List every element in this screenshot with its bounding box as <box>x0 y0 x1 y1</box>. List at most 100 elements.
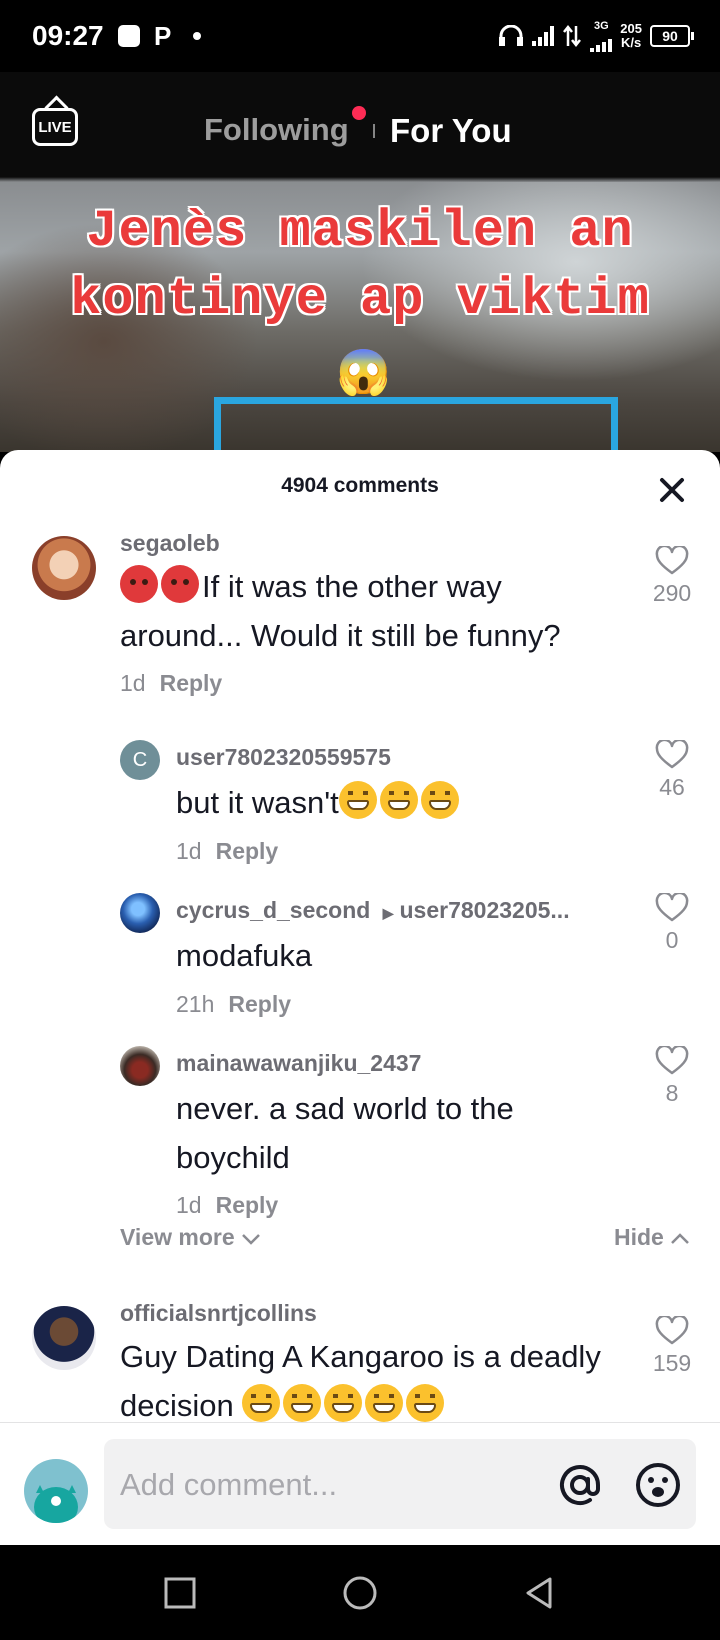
comment-input-bar: Add comment... <box>0 1422 720 1545</box>
signal-3g: 3G <box>590 20 613 52</box>
comment-meta: 21h Reply <box>176 991 291 1018</box>
avatar[interactable] <box>32 536 96 600</box>
like-count: 0 <box>665 927 679 953</box>
comment-time: 1d <box>120 670 146 696</box>
angry-emoji <box>120 565 158 603</box>
comment-meta: 1d Reply <box>176 1192 278 1219</box>
net-speed-unit: K/s <box>621 35 642 50</box>
data-arrows-icon <box>563 24 582 48</box>
net-speed: 205 K/s <box>620 22 642 50</box>
grin-emoji <box>406 1384 445 1422</box>
comment-time: 1d <box>176 838 202 864</box>
view-more-replies-button[interactable]: View more <box>120 1224 261 1251</box>
comment-time: 1d <box>176 1192 202 1218</box>
grin-emoji <box>338 781 377 819</box>
heart-icon <box>655 1316 689 1345</box>
video-caption-line-2: kontinye ap viktim <box>70 270 650 329</box>
default-avatar-icon <box>34 1485 78 1523</box>
comment-username[interactable]: mainawawanjiku_2437 <box>176 1050 421 1077</box>
net-speed-value: 205 <box>620 21 642 36</box>
status-time: 09:27 <box>32 20 104 51</box>
comment-username[interactable]: officialsnrtjcollins <box>120 1300 317 1327</box>
avatar[interactable]: C <box>120 740 160 780</box>
tab-separator <box>373 124 375 138</box>
emoji-picker-icon[interactable] <box>634 1461 682 1509</box>
reply-button[interactable]: Reply <box>160 670 223 696</box>
video-blue-frame <box>214 397 618 452</box>
like-count: 290 <box>652 580 692 606</box>
comment-text: but it wasn't <box>176 778 462 827</box>
like-button[interactable]: 8 <box>640 1046 704 1107</box>
comment-placeholder: Add comment... <box>120 1467 338 1502</box>
mention-at-icon[interactable] <box>556 1461 604 1509</box>
battery-icon: 90 <box>650 25 694 47</box>
tab-following[interactable]: Following <box>204 112 349 148</box>
my-avatar <box>24 1459 88 1523</box>
scream-emoji: 😱 <box>336 348 391 397</box>
comment-meta: 1d Reply <box>120 670 222 697</box>
reply-button[interactable]: Reply <box>216 1192 279 1218</box>
recents-square-icon[interactable] <box>162 1575 198 1611</box>
avatar[interactable] <box>120 893 160 933</box>
chevron-up-icon <box>671 1233 690 1244</box>
status-left-icons: P <box>118 21 202 51</box>
comments-sheet: 4904 comments segaoleb If it was the oth… <box>0 450 720 1545</box>
comment-input[interactable]: Add comment... <box>104 1439 696 1529</box>
comments-list[interactable]: 4904 comments segaoleb If it was the oth… <box>0 450 720 1422</box>
status-right-icons: 3G 205 K/s 90 <box>498 18 694 54</box>
back-triangle-icon[interactable] <box>522 1575 558 1611</box>
grin-emoji <box>379 781 418 819</box>
hide-replies-button[interactable]: Hide <box>614 1224 690 1251</box>
grin-emoji <box>420 781 459 819</box>
comments-count-title: 4904 comments <box>281 474 439 497</box>
grin-emoji <box>283 1384 322 1422</box>
comment-username: cycrus_d_second ▶ user78023205... <box>176 897 570 924</box>
comment-meta: 1d Reply <box>176 838 278 865</box>
avatar[interactable] <box>120 1046 160 1086</box>
headphones-icon <box>499 25 524 46</box>
following-notification-dot <box>352 106 366 120</box>
comment-username[interactable]: user7802320559575 <box>176 744 391 771</box>
comment-time: 21h <box>176 991 215 1017</box>
hide-label: Hide <box>614 1224 664 1250</box>
username-link[interactable]: cycrus_d_second <box>176 897 370 923</box>
reply-button[interactable]: Reply <box>216 838 279 864</box>
comment-text: modafuka <box>176 938 313 973</box>
comment-text: never. a sad world to the boychild <box>176 1091 514 1175</box>
signal-2-icon <box>590 32 613 52</box>
like-button[interactable]: 159 <box>640 1316 704 1377</box>
home-circle-icon[interactable] <box>342 1575 378 1611</box>
comment-text: If it was the other way around... Would … <box>120 562 620 660</box>
system-nav-bar <box>0 1545 720 1640</box>
like-button[interactable]: 0 <box>640 893 704 954</box>
like-count: 159 <box>652 1350 692 1376</box>
comment-text-content: but it wasn't <box>176 785 339 820</box>
live-button[interactable]: LIVE <box>32 108 78 146</box>
like-count: 8 <box>665 1080 679 1106</box>
avatar[interactable] <box>32 1306 96 1370</box>
dot-icon <box>193 32 202 40</box>
signal-icon <box>532 26 555 46</box>
view-more-label: View more <box>120 1224 235 1250</box>
notification-square-icon <box>118 25 140 47</box>
like-button[interactable]: 290 <box>640 546 704 607</box>
status-bar: 09:27 P 3G 205 K/s 90 <box>0 0 720 72</box>
p-app-icon: P <box>154 21 172 51</box>
grin-emoji <box>242 1384 281 1422</box>
reply-to-username[interactable]: user78023205... <box>400 897 570 923</box>
like-count: 46 <box>659 774 685 800</box>
heart-icon <box>655 893 689 922</box>
reply-button[interactable]: Reply <box>228 991 291 1017</box>
comment-text: Guy Dating A Kangaroo is a deadly decisi… <box>120 1332 610 1422</box>
heart-icon <box>655 546 689 575</box>
tab-for-you[interactable]: For You <box>390 112 512 150</box>
like-button[interactable]: 46 <box>640 740 704 801</box>
close-icon[interactable] <box>654 472 690 508</box>
angry-emoji <box>161 565 199 603</box>
heart-icon <box>655 1046 689 1075</box>
reply-arrow-icon: ▶ <box>382 905 394 921</box>
video-caption-line-1: Jenès maskilen an <box>86 202 634 261</box>
grin-emoji <box>324 1384 363 1422</box>
comment-username[interactable]: segaoleb <box>120 530 220 557</box>
grin-emoji <box>365 1384 404 1422</box>
